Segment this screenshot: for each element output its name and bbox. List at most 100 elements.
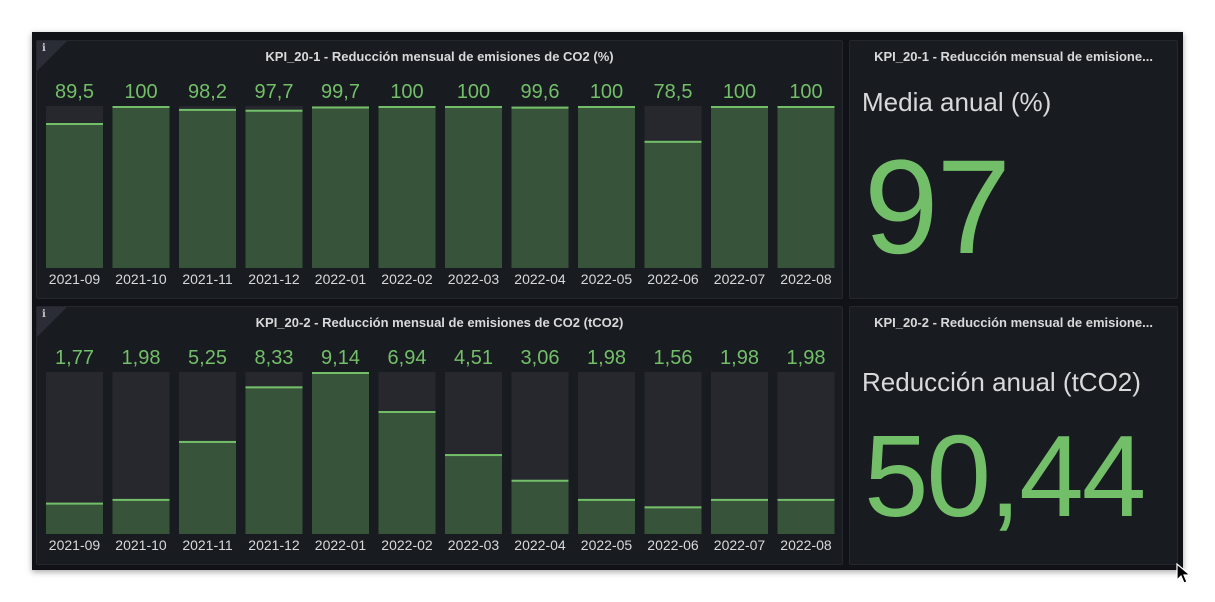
bar-cap xyxy=(46,502,103,505)
dashboard: i KPI_20-1 - Reducción mensual de emisio… xyxy=(32,32,1183,570)
bar-cap xyxy=(511,479,569,482)
category-label: 2022-08 xyxy=(780,271,832,287)
stat-value: 50,44 xyxy=(864,411,1146,541)
category-label: 2021-12 xyxy=(248,537,300,553)
bar[interactable] xyxy=(46,123,103,268)
bar-cap xyxy=(245,386,303,389)
value-label: 100 xyxy=(789,81,822,103)
category-label: 2021-12 xyxy=(248,271,300,287)
bar[interactable] xyxy=(777,106,835,268)
bar[interactable] xyxy=(644,140,702,268)
value-label: 98,2 xyxy=(188,81,227,103)
category-label: 2021-10 xyxy=(115,271,167,287)
value-label: 9,14 xyxy=(321,347,360,369)
value-label: 6,94 xyxy=(388,347,427,369)
bar[interactable] xyxy=(179,440,236,534)
category-label: 2022-02 xyxy=(381,537,433,553)
value-label: 1,98 xyxy=(720,347,759,369)
bar[interactable] xyxy=(711,498,768,534)
bar[interactable] xyxy=(245,109,303,268)
bar-cap xyxy=(312,372,369,374)
category-label: 2022-01 xyxy=(315,537,367,553)
value-label: 78,5 xyxy=(654,81,693,103)
category-label: 2021-11 xyxy=(182,537,233,553)
kpi1-stat-panel[interactable]: KPI_20-1 - Reducción mensual de emisione… xyxy=(849,40,1178,299)
category-label: 2022-05 xyxy=(581,271,633,287)
value-label: 100 xyxy=(457,81,490,103)
stat-label: Reducción anual (tCO2) xyxy=(862,367,1141,397)
category-label: 2021-11 xyxy=(182,271,233,287)
bar[interactable] xyxy=(445,454,502,534)
value-label: 3,06 xyxy=(521,347,560,369)
bar-cap xyxy=(578,106,635,108)
category-label: 2022-07 xyxy=(714,271,766,287)
bar-cap xyxy=(644,140,702,143)
bar-cap xyxy=(378,106,436,108)
category-label: 2021-09 xyxy=(49,271,101,287)
stat-value: 97 xyxy=(864,133,1011,282)
value-label: 99,6 xyxy=(521,81,560,103)
kpi1-bar-chart: 89,5 2021-09 100 2021-10 98,2 2021-11 97,7 2021… xyxy=(46,81,835,287)
bar-cap xyxy=(112,498,170,501)
bar[interactable] xyxy=(112,106,170,268)
bar[interactable] xyxy=(578,106,635,268)
bar[interactable] xyxy=(179,108,236,268)
bar[interactable] xyxy=(445,106,502,268)
value-label: 1,98 xyxy=(122,347,161,369)
bar[interactable] xyxy=(644,506,702,534)
bar-cap xyxy=(378,410,436,413)
bar[interactable] xyxy=(312,372,369,534)
bar[interactable] xyxy=(777,498,835,534)
bar-cap xyxy=(777,106,835,108)
bar-cap xyxy=(179,108,236,111)
category-label: 2021-09 xyxy=(49,537,101,553)
value-label: 1,56 xyxy=(654,347,693,369)
bar[interactable] xyxy=(378,106,436,268)
category-label: 2022-07 xyxy=(714,537,766,553)
value-label: 89,5 xyxy=(55,81,94,103)
value-label: 100 xyxy=(124,81,157,103)
value-label: 5,25 xyxy=(188,347,227,369)
bar[interactable] xyxy=(46,502,103,534)
category-label: 2021-10 xyxy=(115,537,167,553)
value-label: 1,98 xyxy=(587,347,626,369)
bar-cap xyxy=(179,440,236,443)
bar[interactable] xyxy=(378,410,436,534)
bar[interactable] xyxy=(112,498,170,534)
kpi2-stat-panel[interactable]: KPI_20-2 - Reducción mensual de emisione… xyxy=(849,306,1178,565)
bar-cap xyxy=(112,106,170,108)
value-label: 99,7 xyxy=(321,81,360,103)
bar-cap xyxy=(245,109,303,112)
value-label: 97,7 xyxy=(255,81,294,103)
kpi1-bar-panel[interactable]: i KPI_20-1 - Reducción mensual de emisio… xyxy=(36,40,843,299)
bar[interactable] xyxy=(312,106,369,269)
category-label: 2022-08 xyxy=(780,537,832,553)
category-label: 2022-05 xyxy=(581,537,633,553)
bar-cap xyxy=(578,498,635,501)
mouse-cursor-icon xyxy=(1176,563,1192,584)
category-label: 2022-06 xyxy=(647,271,699,287)
kpi2-bar-chart: 1,77 2021-09 1,98 2021-10 5,25 2021-11 8,33 202… xyxy=(46,347,835,553)
panel-title[interactable]: KPI_20-2 - Reducción mensual de emisione… xyxy=(850,315,1177,330)
value-label: 4,51 xyxy=(454,347,493,369)
bar-cap xyxy=(445,106,502,108)
bar[interactable] xyxy=(511,479,569,534)
category-label: 2022-01 xyxy=(315,271,367,287)
bar[interactable] xyxy=(578,498,635,534)
category-label: 2022-04 xyxy=(514,271,566,287)
kpi2-bar-panel[interactable]: i KPI_20-2 - Reducción mensual de emisio… xyxy=(36,306,843,565)
bar-cap xyxy=(312,106,369,109)
value-label: 1,77 xyxy=(55,347,94,369)
value-label: 100 xyxy=(723,81,756,103)
panel-title[interactable]: KPI_20-1 - Reducción mensual de emisione… xyxy=(850,49,1177,64)
bar[interactable] xyxy=(511,106,569,268)
bar[interactable] xyxy=(245,386,303,534)
category-label: 2022-03 xyxy=(448,271,500,287)
value-label: 8,33 xyxy=(255,347,294,369)
bar-cap xyxy=(644,506,702,509)
bar[interactable] xyxy=(711,106,768,268)
bar-cap xyxy=(777,498,835,501)
stat-label: Media anual (%) xyxy=(862,87,1052,117)
bar-cap xyxy=(511,106,569,109)
category-label: 2022-04 xyxy=(514,537,566,553)
